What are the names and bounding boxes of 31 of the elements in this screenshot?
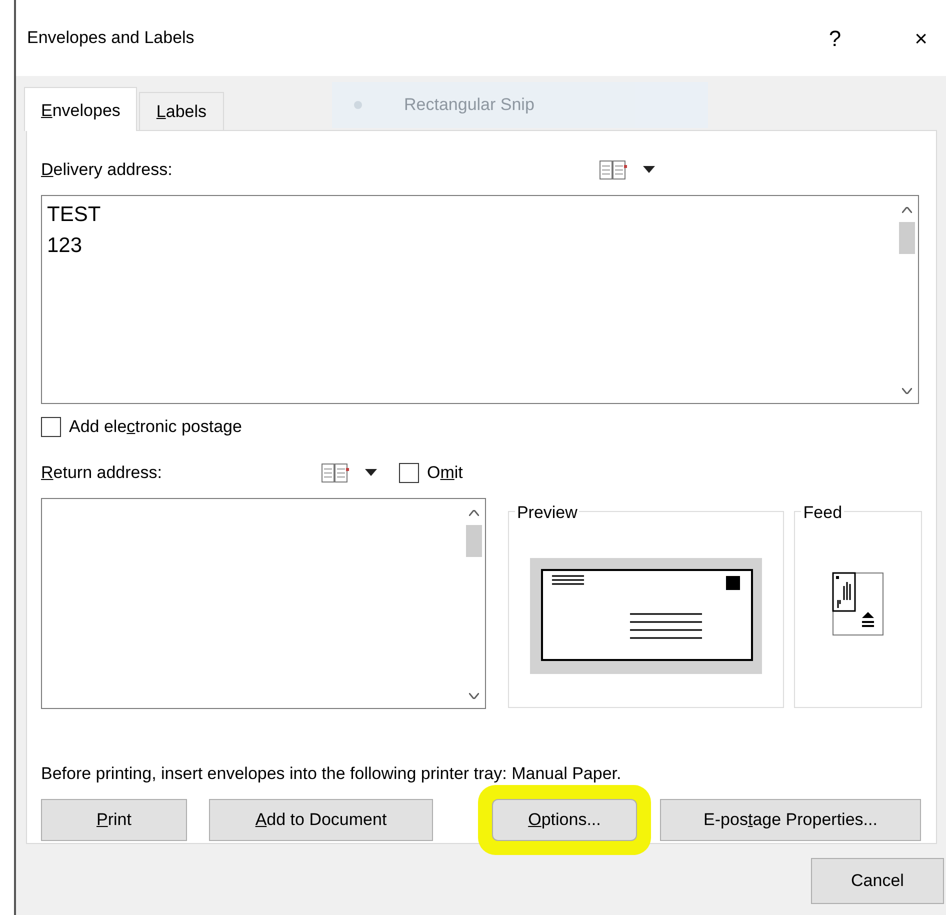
address-book-icon (321, 462, 349, 484)
caret-icon (643, 166, 655, 174)
field-label: Delivery address: (41, 159, 174, 182)
return-address-field[interactable] (41, 498, 486, 709)
caret-icon (365, 469, 377, 477)
checkbox-label: Add electronic postage (69, 416, 242, 438)
delivery-address-field[interactable]: TEST 123 (41, 195, 919, 404)
snip-label: Rectangular Snip (404, 94, 534, 116)
scroll-up-icon[interactable] (902, 206, 912, 213)
field-label: Return address: (41, 462, 163, 484)
scrollbar-thumb[interactable] (899, 222, 915, 254)
window-title: Envelopes and Labels (27, 27, 196, 50)
close-button[interactable]: × (898, 20, 944, 56)
snip-mode-icon (354, 101, 362, 109)
checkbox[interactable] (41, 417, 61, 437)
tab[interactable]: Envelopes (24, 86, 138, 131)
button[interactable]: Print (41, 798, 187, 840)
button[interactable]: Add to Document (209, 798, 433, 840)
cancel-button[interactable]: Cancel (811, 858, 944, 904)
scroll-up-icon[interactable] (468, 510, 479, 516)
checkbox-label: Omit (427, 462, 463, 484)
help-button[interactable]: ? (812, 20, 858, 56)
checkbox[interactable] (399, 463, 419, 483)
printer-tray-note: Before printing, insert envelopes into the following printer tray: Manual Paper. (41, 763, 622, 785)
envelope-feed-icon (832, 572, 884, 636)
button[interactable]: E-postage Properties... (660, 798, 921, 840)
address-book-icon (599, 159, 627, 181)
scroll-down-icon[interactable] (468, 692, 479, 699)
scrollbar-thumb[interactable] (466, 525, 482, 557)
scroll-down-icon[interactable] (902, 388, 912, 394)
tab[interactable]: Labels (139, 92, 224, 130)
